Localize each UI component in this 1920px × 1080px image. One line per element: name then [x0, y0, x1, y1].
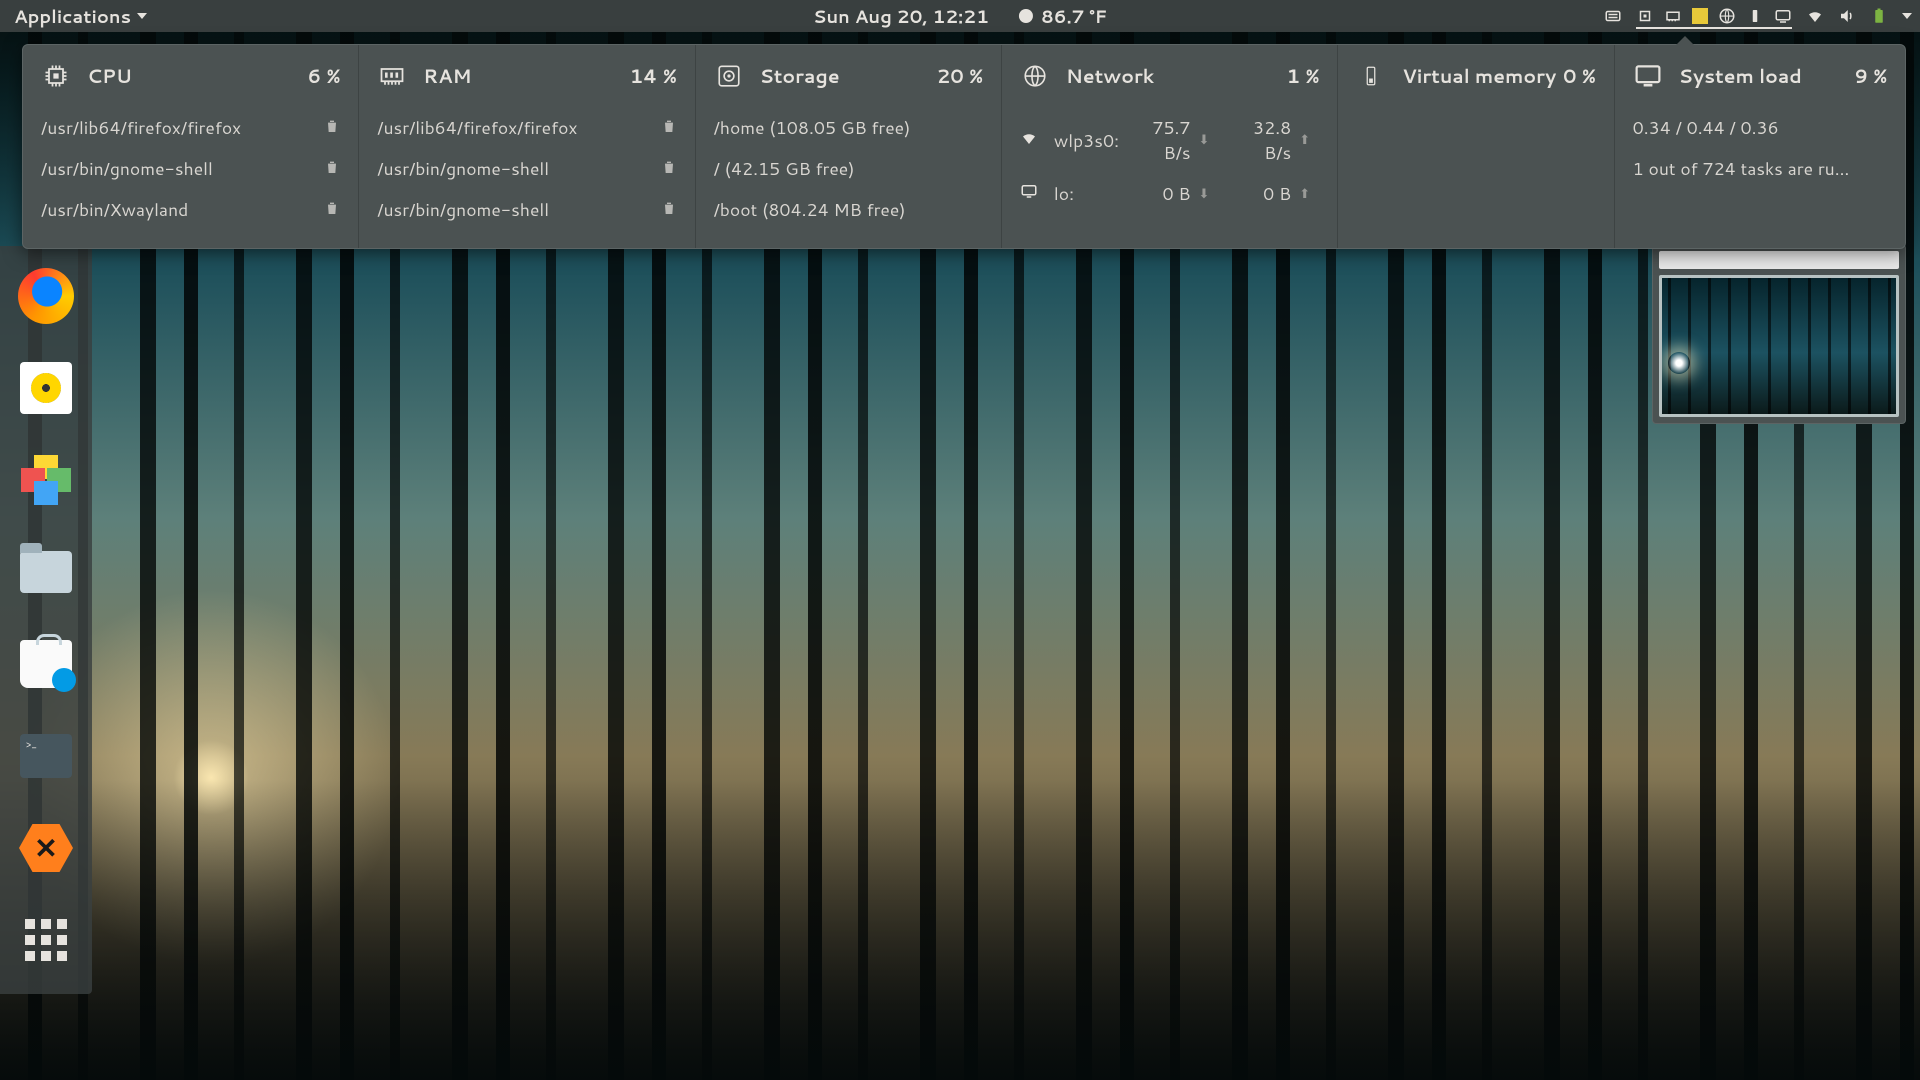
dock-app-firefox[interactable] [16, 266, 76, 326]
dash-dock: >_ ✕ [0, 246, 92, 994]
storage-mount-row[interactable]: /home (108.05 GB free) [714, 107, 983, 148]
vmem-indicator-icon [1746, 7, 1764, 25]
weather-indicator[interactable]: 86.7 °F [1019, 3, 1107, 29]
hexagon-icon: ✕ [19, 824, 73, 872]
storage-indicator-icon [1692, 8, 1708, 24]
network-label: Network [1066, 63, 1154, 90]
dock-app-terminal[interactable]: >_ [16, 726, 76, 786]
cpu-icon [41, 61, 71, 91]
kill-process-icon[interactable] [661, 115, 677, 140]
wifi-icon[interactable] [1806, 7, 1824, 25]
cpu-process-row[interactable]: /usr/bin/gnome-shell [41, 148, 340, 189]
photos-icon [21, 455, 71, 505]
system-menu-chevron-icon[interactable] [1902, 13, 1912, 19]
storage-label: Storage [760, 63, 840, 90]
storage-column: Storage 20 % /home (108.05 GB free) / (4… [696, 45, 1002, 248]
volume-icon[interactable] [1838, 7, 1856, 25]
kill-process-icon[interactable] [661, 197, 677, 222]
battery-icon[interactable] [1870, 7, 1888, 25]
applications-label: Applications [14, 3, 131, 29]
vmem-label: Virtual memory [1402, 63, 1556, 90]
terminal-icon: >_ [20, 734, 72, 778]
dock-app-files[interactable] [16, 542, 76, 602]
kill-process-icon[interactable] [661, 156, 677, 181]
dock-show-apps[interactable] [16, 910, 76, 970]
sysload-label: System load [1679, 63, 1802, 90]
workspace-switcher [1652, 244, 1906, 424]
sysload-indicator-icon [1774, 7, 1792, 25]
cpu-process-row[interactable]: /usr/bin/Xwayland [41, 189, 340, 230]
kill-process-icon[interactable] [324, 115, 340, 140]
clock-datetime[interactable]: Sun Aug 20, 12:21 [813, 3, 989, 29]
workspace-thumb-1[interactable] [1659, 251, 1899, 269]
ram-indicator-icon [1664, 7, 1682, 25]
network-indicator-icon [1718, 7, 1736, 25]
sysload-column: System load 9 % 0.34 / 0.44 / 0.36 1 out… [1615, 45, 1905, 248]
vmem-value: 0 % [1563, 63, 1596, 90]
apps-grid-icon [25, 919, 67, 961]
weather-temperature: 86.7 °F [1041, 3, 1107, 29]
ram-value: 14 % [630, 63, 677, 90]
ram-process-row[interactable]: /usr/bin/gnome-shell [377, 189, 676, 230]
sysload-icon [1633, 61, 1663, 91]
cpu-label: CPU [87, 63, 132, 90]
storage-icon [714, 61, 744, 91]
storage-mount-row[interactable]: / (42.15 GB free) [714, 148, 983, 189]
folder-icon [20, 551, 72, 593]
network-column: Network 1 % wlp3s0: 75.7 B/s ⬇ 32.8 B/s … [1002, 45, 1338, 248]
storage-mount-row[interactable]: /boot (804.24 MB free) [714, 189, 983, 230]
download-arrow-icon: ⬇ [1199, 131, 1219, 149]
ram-icon [377, 61, 407, 91]
network-interface-row[interactable]: lo: 0 B ⬇ 0 B ⬆ [1020, 173, 1319, 214]
vmem-column: Virtual memory 0 % [1338, 45, 1614, 248]
loadavg-row: 0.34 / 0.44 / 0.36 [1633, 107, 1887, 148]
ram-process-row[interactable]: /usr/bin/gnome-shell [377, 148, 676, 189]
shopping-bag-icon [20, 640, 72, 688]
applications-menu[interactable]: Applications [0, 3, 161, 29]
system-monitor-panel: CPU 6 % /usr/lib64/firefox/firefox /usr/… [22, 44, 1906, 249]
kill-process-icon[interactable] [324, 156, 340, 181]
system-monitor-indicators[interactable] [1636, 7, 1792, 29]
ram-label: RAM [423, 63, 471, 90]
dock-app-audio[interactable] [16, 358, 76, 418]
download-arrow-icon: ⬇ [1199, 185, 1219, 203]
ram-process-row[interactable]: /usr/lib64/firefox/firefox [377, 107, 676, 148]
upload-arrow-icon: ⬆ [1299, 185, 1319, 203]
top-bar: Applications Sun Aug 20, 12:21 86.7 °F [0, 0, 1920, 32]
tasks-row: 1 out of 724 tasks are ru… [1633, 148, 1887, 189]
network-icon [1020, 61, 1050, 91]
loopback-interface-icon [1020, 181, 1046, 206]
ram-column: RAM 14 % /usr/lib64/firefox/firefox /usr… [359, 45, 695, 248]
cpu-process-row[interactable]: /usr/lib64/firefox/firefox [41, 107, 340, 148]
cpu-column: CPU 6 % /usr/lib64/firefox/firefox /usr/… [23, 45, 359, 248]
firefox-icon [18, 268, 74, 324]
dock-app-photos[interactable] [16, 450, 76, 510]
chevron-down-icon [137, 13, 147, 19]
sysload-value: 9 % [1854, 63, 1887, 90]
vmem-icon [1356, 61, 1386, 91]
cpu-indicator-icon [1636, 7, 1654, 25]
weather-icon [1019, 9, 1033, 23]
wifi-interface-icon [1020, 128, 1046, 153]
storage-value: 20 % [937, 63, 983, 90]
network-interface-row[interactable]: wlp3s0: 75.7 B/s ⬇ 32.8 B/s ⬆ [1020, 107, 1319, 173]
dock-app-hexchat[interactable]: ✕ [16, 818, 76, 878]
workspace-thumb-2-active[interactable] [1659, 275, 1899, 417]
network-value: 1 % [1287, 63, 1320, 90]
keyboard-icon[interactable] [1604, 7, 1622, 25]
dock-app-software[interactable] [16, 634, 76, 694]
upload-arrow-icon: ⬆ [1299, 131, 1319, 149]
cpu-value: 6 % [308, 63, 341, 90]
speaker-icon [20, 362, 72, 414]
kill-process-icon[interactable] [324, 197, 340, 222]
